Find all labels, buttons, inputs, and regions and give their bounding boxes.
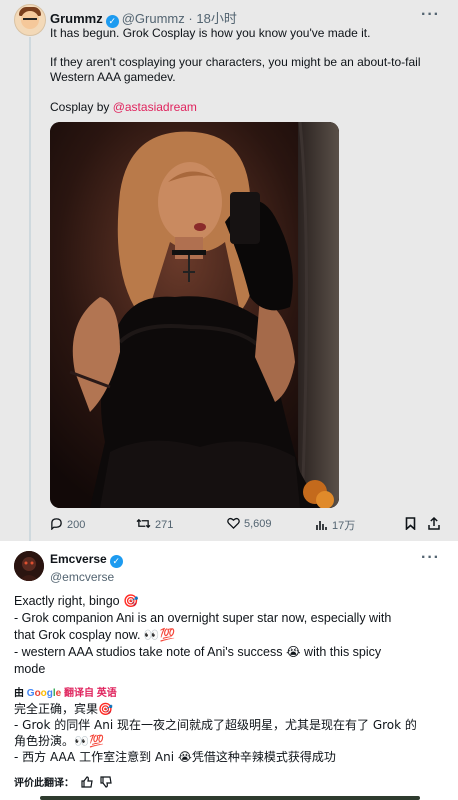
google-logo: Google [26, 688, 62, 699]
repost-icon [136, 518, 151, 529]
bookmark-icon [405, 517, 416, 531]
reply-tweet[interactable]: Emcverse ✓ @emcverse ··· Exactly right, b… [0, 541, 458, 800]
reply-header: Emcverse ✓ @emcverse [50, 552, 126, 584]
separator-dot: · [188, 11, 193, 26]
original-tweet[interactable]: Grummz ✓ @Grummz · 18小时 ··· It has begun. … [0, 0, 458, 541]
bottom-scroll-bar [40, 796, 420, 800]
thread-line [29, 37, 31, 541]
reply-line-1: Exactly right, bingo 🎯 [14, 594, 139, 608]
reply-more-options-icon[interactable]: ··· [421, 549, 440, 567]
grummz-avatar[interactable] [14, 4, 46, 36]
tweet-text-line1: It has begun. Grok Cosplay is how you kn… [50, 26, 371, 40]
reply-author-name[interactable]: Emcverse [50, 552, 107, 566]
cosplay-photo-illustration [50, 122, 339, 508]
translated-line-3: 角色扮演。👀💯 [14, 734, 104, 748]
tweet-text-line2: If they aren't cosplaying your character… [50, 55, 430, 85]
author-name[interactable]: Grummz [50, 11, 103, 26]
translated-line-2: - Grok 的同伴 Ani 现在一夜之间就成了超级明星，尤其是现在有了 Gro… [14, 718, 417, 732]
reply-count: 200 [67, 519, 86, 531]
reply-line-3: that Grok cosplay now. 👀💯 [14, 628, 176, 642]
cosplay-credit: Cosplay by @astasiadream [50, 100, 430, 115]
translated-line-4: - 西方 AAA 工作室注意到 Ani 😭凭借这种辛辣模式获得成功 [14, 750, 336, 764]
reply-author-handle[interactable]: @emcverse [50, 570, 126, 584]
rate-translation-label: 评价此翻译： [14, 778, 74, 789]
thumbs-up-icon[interactable] [81, 776, 93, 788]
tweet-photo[interactable] [50, 122, 339, 508]
translation-attribution[interactable]: 由 Google 翻译自 英语 [14, 684, 117, 699]
reply-icon [51, 518, 62, 530]
author-handle[interactable]: @Grummz [122, 11, 185, 26]
translated-from-label: 翻译自 英语 [64, 688, 117, 699]
rate-translation: 评价此翻译： [14, 774, 112, 789]
emcverse-avatar[interactable] [14, 551, 44, 581]
reply-line-5: mode [14, 662, 46, 676]
credit-prefix: Cosplay by [50, 100, 113, 114]
tweet-header: Grummz ✓ @Grummz · 18小时 [50, 8, 237, 28]
repost-count: 271 [155, 519, 174, 531]
heart-icon [227, 517, 240, 529]
repost-button[interactable]: 271 [136, 517, 173, 531]
views-button[interactable]: 17万 [316, 517, 355, 533]
translated-by-label: 由 [14, 688, 24, 699]
tweet-text-line2a: If they aren't cosplaying your character… [50, 55, 421, 69]
tweet-actions: 200 271 5,609 17万 [50, 516, 445, 533]
analytics-icon [316, 521, 327, 530]
thumbs-down-icon[interactable] [99, 776, 112, 788]
reply-author-row: Emcverse ✓ [50, 552, 126, 568]
view-count: 17万 [332, 520, 356, 532]
more-options-icon[interactable]: ··· [421, 6, 440, 24]
tweet-text-line2b: Western AAA gamedev. [50, 70, 176, 84]
share-icon [428, 516, 440, 530]
tweet-time[interactable]: 18小时 [196, 11, 236, 26]
translated-text: 完全正确，宾果🎯 - Grok 的同伴 Ani 现在一夜之间就成了超级明星，尤其… [14, 701, 454, 765]
translated-line-1: 完全正确，宾果🎯 [14, 702, 113, 716]
share-button[interactable] [428, 516, 440, 533]
reply-line-4: - western AAA studios take note of Ani's… [14, 645, 382, 659]
bookmark-button[interactable] [405, 517, 416, 533]
avatar-image [14, 551, 44, 581]
reply-line-2: - Grok companion Ani is an overnight sup… [14, 611, 392, 625]
like-button[interactable]: 5,609 [227, 517, 272, 530]
reply-text: Exactly right, bingo 🎯 - Grok companion … [14, 593, 444, 678]
reply-button[interactable]: 200 [50, 517, 85, 531]
verified-badge-icon: ✓ [109, 555, 123, 568]
cosplayer-link[interactable]: @astasiadream [113, 100, 197, 114]
like-count: 5,609 [244, 518, 272, 530]
